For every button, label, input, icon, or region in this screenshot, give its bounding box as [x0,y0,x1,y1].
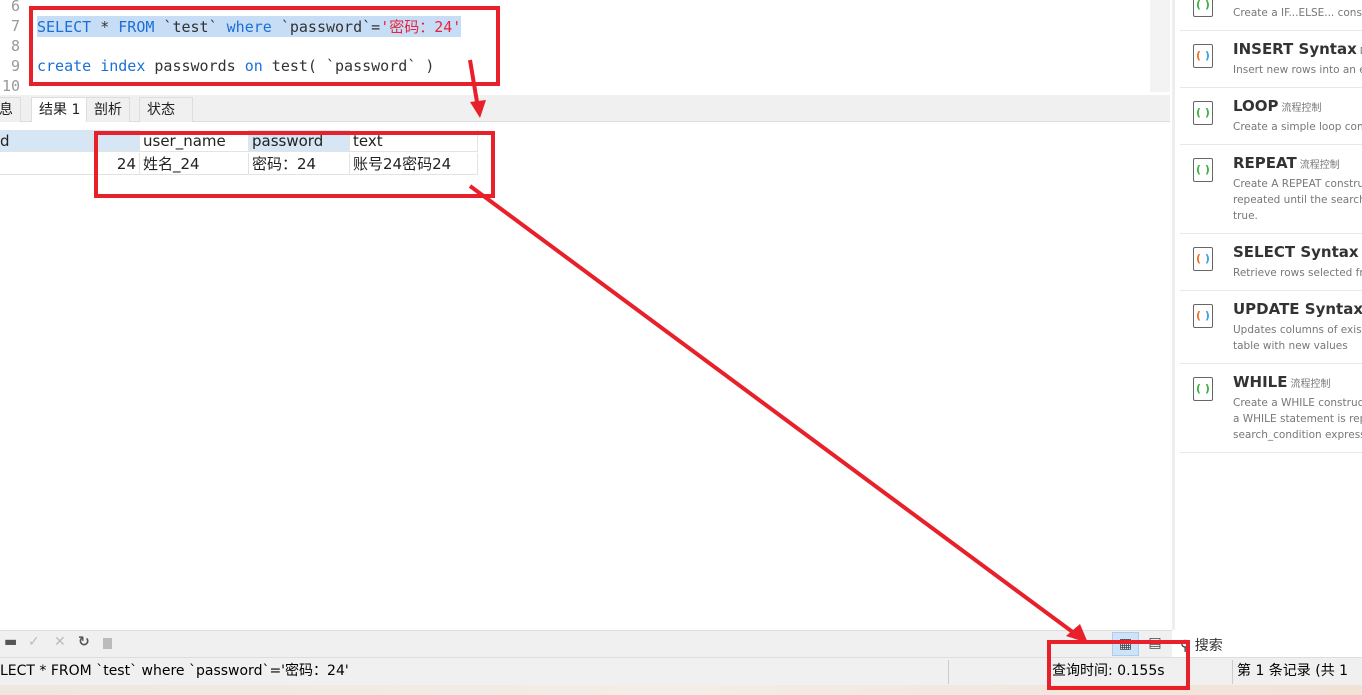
snippet-title-text: LOOP [1233,97,1279,115]
refresh-icon[interactable]: ↻ [78,634,90,650]
snippet-file-icon: ( ) [1193,0,1213,17]
keyword: where [226,18,272,36]
snippet-description: Create a WHILE construct [1233,397,1362,409]
snippet-title-text: INSERT Syntax [1233,40,1357,58]
form-view-icon[interactable]: ▤ [1144,632,1166,656]
code-text: `password`= [271,18,381,36]
snippet-title: WHILE 流程控制 [1233,373,1331,391]
editor-scrollbar[interactable] [1150,0,1170,92]
snippet-tag: 流程控制 [1299,160,1340,171]
snippet-file-icon: ( ) [1193,304,1213,328]
keyword: create [37,57,92,75]
stop-icon[interactable] [103,638,112,649]
keyword: SELECT [37,18,92,36]
snippet-item[interactable]: ( ) LOOP 流程控制 Create a simple loop cons [1180,88,1362,145]
string-literal: '密码：24' [380,18,462,36]
annotation-arrow [468,184,1080,638]
search-button[interactable]: ⚲ 搜索 [1180,635,1223,655]
line-number: 6 [10,0,20,15]
snippet-item[interactable]: ( ) SELECT SyntaxDM Retrieve rows selected… [1180,234,1362,291]
taskbar-strip [0,685,1362,695]
column-header-id[interactable]: d [0,130,90,152]
status-bar: LECT * FROM `test` where `password`='密码：… [0,657,1362,685]
snippet-description: Insert new rows into an e [1233,64,1362,76]
keyword: index [100,57,146,75]
snippet-item[interactable]: ( ) WHILE 流程控制 Create a WHILE construct a WH… [1180,364,1362,453]
line-number: 8 [10,37,20,55]
line-number: 7 [10,17,20,35]
snippet-title: LOOP 流程控制 [1233,97,1322,115]
snippet-item[interactable]: ( ) Create a IF...ELSE... constr [1180,0,1362,31]
column-header-id[interactable] [90,130,140,152]
tab-result-1[interactable]: 结果 1 [31,97,89,122]
cell-id[interactable]: 24 [0,153,140,175]
code-text: test( `password` ) [262,57,435,75]
snippet-panel: ( ) Create a IF...ELSE... constr ( ) INSERT… [1172,0,1362,630]
cell-text[interactable]: 账号24密码24 [350,153,478,175]
code-text: passwords [145,57,245,75]
tab-info[interactable]: 息 [0,97,21,122]
snippet-description: Updates columns of exist [1233,324,1362,336]
snippet-description: a WHILE statement is repe [1233,413,1362,425]
code-line-select[interactable]: SELECT * FROM `test` where `password`='密… [37,16,462,37]
column-header-password[interactable]: password [249,130,350,152]
snippet-title-text: SELECT Syntax [1233,243,1359,261]
cross-icon[interactable]: ✕ [54,634,66,650]
snippet-title: REPEAT 流程控制 [1233,154,1340,172]
line-number: 9 [10,57,20,75]
snippet-item[interactable]: ( ) REPEAT 流程控制 Create A REPEAT construc rep… [1180,145,1362,234]
tab-profile[interactable]: 剖析 [86,97,130,122]
snippet-tag: 流程控制 [1281,103,1322,114]
check-icon[interactable]: ✓ [28,634,40,650]
status-sql: LECT * FROM `test` where `password`='密码：… [0,663,349,679]
snippet-description: Create a IF...ELSE... constr [1233,7,1362,19]
grid-view-icon[interactable]: ▦ [1112,632,1139,656]
code-text: `test` [154,18,227,36]
search-label: 搜索 [1194,638,1223,654]
column-header-text[interactable]: text [350,130,478,152]
snippet-title: INSERT SyntaxDM [1233,40,1362,58]
snippet-title-text: REPEAT [1233,154,1297,172]
snippet-tag: 流程控制 [1290,379,1331,390]
keyword: on [244,57,263,75]
tab-status[interactable]: 状态 [139,97,193,122]
snippet-description: Retrieve rows selected fro [1233,267,1362,279]
cell-password[interactable]: 密码：24 [249,153,350,175]
snippet-file-icon: ( ) [1193,44,1213,68]
grid-toolbar: ▬ ✓ ✕ ↻ ▦ ▤ [0,630,1172,657]
query-time: 查询时间: 0.155s [1052,663,1165,679]
snippet-description: Create a simple loop cons [1233,121,1362,133]
snippet-title-text: WHILE [1233,373,1288,391]
snippet-title: UPDATE SyntaxD [1233,300,1362,318]
snippet-description: Create A REPEAT construc [1233,178,1362,190]
snippet-item[interactable]: ( ) INSERT SyntaxDM Insert new rows into a… [1180,31,1362,88]
snippet-file-icon: ( ) [1193,158,1213,182]
snippet-file-icon: ( ) [1193,101,1213,125]
column-header-user-name[interactable]: user_name [140,130,249,152]
snippet-description: true. [1233,210,1258,222]
snippet-title-text: UPDATE Syntax [1233,300,1362,318]
minus-icon[interactable]: ▬ [4,634,17,650]
snippet-file-icon: ( ) [1193,247,1213,271]
snippet-file-icon: ( ) [1193,377,1213,401]
snippet-description: repeated until the search_ [1233,194,1362,206]
search-icon: ⚲ [1180,638,1191,654]
snippet-description: search_condition express [1233,429,1362,441]
result-tabs: 息 结果 1 剖析 状态 [0,95,1170,122]
line-number: 10 [1,77,20,92]
sql-editor[interactable]: 6 7 8 9 10 SELECT * FROM `test` where `p… [0,0,1150,92]
code-text: * [91,18,119,36]
keyword: FROM [118,18,155,36]
snippet-title: SELECT SyntaxDM [1233,243,1362,261]
cell-user-name[interactable]: 姓名_24 [140,153,249,175]
snippet-item[interactable]: ( ) UPDATE SyntaxD Updates columns of exis… [1180,291,1362,364]
snippet-description: table with new values [1233,340,1348,352]
record-count: 第 1 条记录 (共 1 [1237,663,1349,679]
code-line-create-index[interactable]: create index passwords on test( `passwor… [37,57,434,75]
